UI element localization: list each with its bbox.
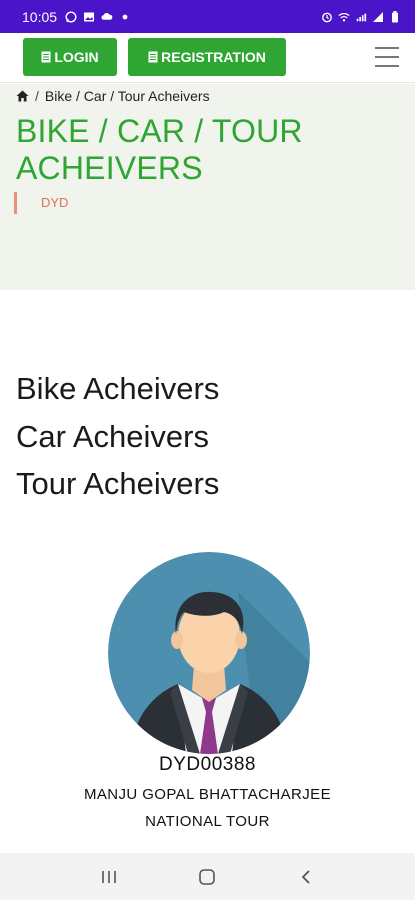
dot-icon [119, 11, 131, 23]
signal-icon [372, 11, 384, 23]
home-icon[interactable] [16, 90, 29, 102]
alarm-icon [321, 11, 333, 23]
page-subtitle: DYD [14, 192, 68, 214]
login-button[interactable]: LOGIN [23, 38, 117, 76]
breadcrumb-separator: / [35, 88, 39, 104]
status-bar: 10:05 [0, 0, 415, 33]
site-header: LOGIN REGISTRATION [0, 33, 415, 83]
back-icon[interactable] [294, 865, 318, 889]
breadcrumb: / Bike / Car / Tour Acheivers [16, 88, 210, 104]
breadcrumb-current: Bike / Car / Tour Acheivers [44, 88, 210, 104]
category-link-car[interactable]: Car Acheivers [16, 418, 209, 456]
cloud-icon [101, 11, 113, 23]
login-label: LOGIN [54, 49, 99, 65]
achiever-id: DYD00388 [159, 754, 256, 775]
registration-label: REGISTRATION [161, 49, 266, 65]
registration-button[interactable]: REGISTRATION [128, 38, 286, 76]
category-link-tour[interactable]: Tour Acheivers [16, 465, 219, 503]
whatsapp-icon [65, 10, 77, 23]
lte-signal-icon [355, 11, 367, 23]
document-icon [41, 51, 51, 63]
home-button-icon[interactable] [195, 865, 219, 889]
page-title: BIKE / CAR / TOUR ACHEIVERS [16, 113, 303, 186]
document-icon [148, 51, 158, 63]
wifi-icon [338, 11, 350, 23]
status-time: 10:05 [22, 8, 58, 25]
category-link-bike[interactable]: Bike Acheivers [16, 370, 219, 408]
hamburger-icon[interactable] [375, 47, 399, 67]
battery-icon [389, 10, 401, 23]
achiever-name: MANJU GOPAL BHATTACHARJEE [84, 786, 331, 803]
achiever-award: NATIONAL TOUR [145, 813, 270, 830]
achiever-avatar [108, 552, 310, 754]
page-title-section: / Bike / Car / Tour Acheivers BIKE / CAR… [0, 84, 415, 290]
system-nav-bar [0, 853, 415, 900]
image-icon [83, 11, 95, 23]
recent-apps-icon[interactable] [97, 865, 121, 889]
main-content: Bike Acheivers Car Acheivers Tour Acheiv… [0, 290, 415, 853]
